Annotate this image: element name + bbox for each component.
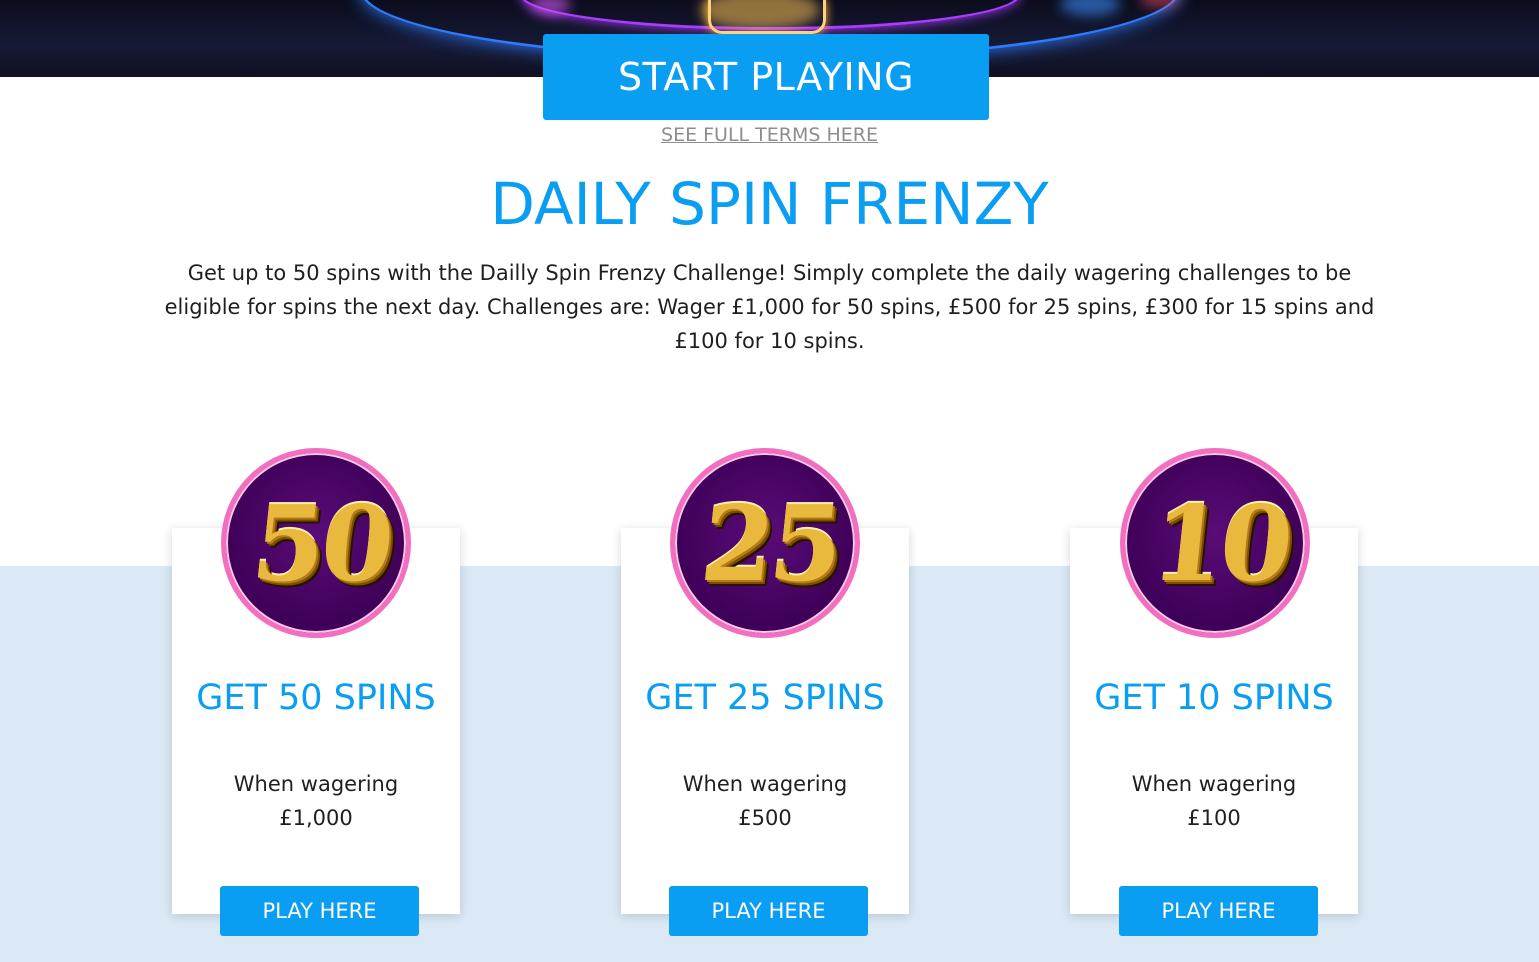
play-here-button[interactable]: PLAY HERE	[220, 886, 419, 936]
badge-number: 10	[1145, 481, 1295, 605]
promo-description-line: Get up to 50 spins with the Dailly Spin …	[187, 261, 1352, 285]
wager-label: When wagering	[682, 772, 848, 796]
offer-card-title: GET 50 SPINS	[196, 678, 436, 718]
offer-card-title: GET 10 SPINS	[1094, 678, 1334, 718]
badge-25-icon: 25	[670, 448, 860, 638]
offer-card-description: When wagering £500	[621, 767, 909, 835]
play-here-button[interactable]: PLAY HERE	[669, 886, 868, 936]
start-playing-button[interactable]: START PLAYING	[543, 34, 989, 120]
promo-page: START PLAYING SEE FULL TERMS HERE DAILY …	[0, 0, 1539, 962]
page-title: DAILY SPIN FRENZY	[490, 170, 1049, 238]
promo-description: Get up to 50 spins with the Dailly Spin …	[140, 256, 1399, 358]
offer-card-description: When wagering £100	[1070, 767, 1358, 835]
wager-amount: £500	[738, 806, 792, 830]
badge-10-icon: 10	[1120, 448, 1310, 638]
badge-50-icon: 50	[221, 448, 411, 638]
wager-amount: £1,000	[279, 806, 353, 830]
wager-label: When wagering	[1131, 772, 1297, 796]
crown-icon	[708, 0, 826, 34]
promo-description-line: £100 for 10 spins.	[674, 329, 865, 353]
promo-description-line: eligible for spins the next day. Challen…	[164, 295, 1375, 319]
offer-card-description: When wagering £1,000	[172, 767, 460, 835]
play-here-button[interactable]: PLAY HERE	[1119, 886, 1318, 936]
see-full-terms-link[interactable]: SEE FULL TERMS HERE	[0, 124, 1539, 146]
wager-label: When wagering	[233, 772, 399, 796]
offer-card-title: GET 25 SPINS	[645, 678, 885, 718]
badge-number: 25	[695, 481, 845, 605]
wager-amount: £100	[1187, 806, 1241, 830]
badge-number: 50	[246, 481, 396, 605]
